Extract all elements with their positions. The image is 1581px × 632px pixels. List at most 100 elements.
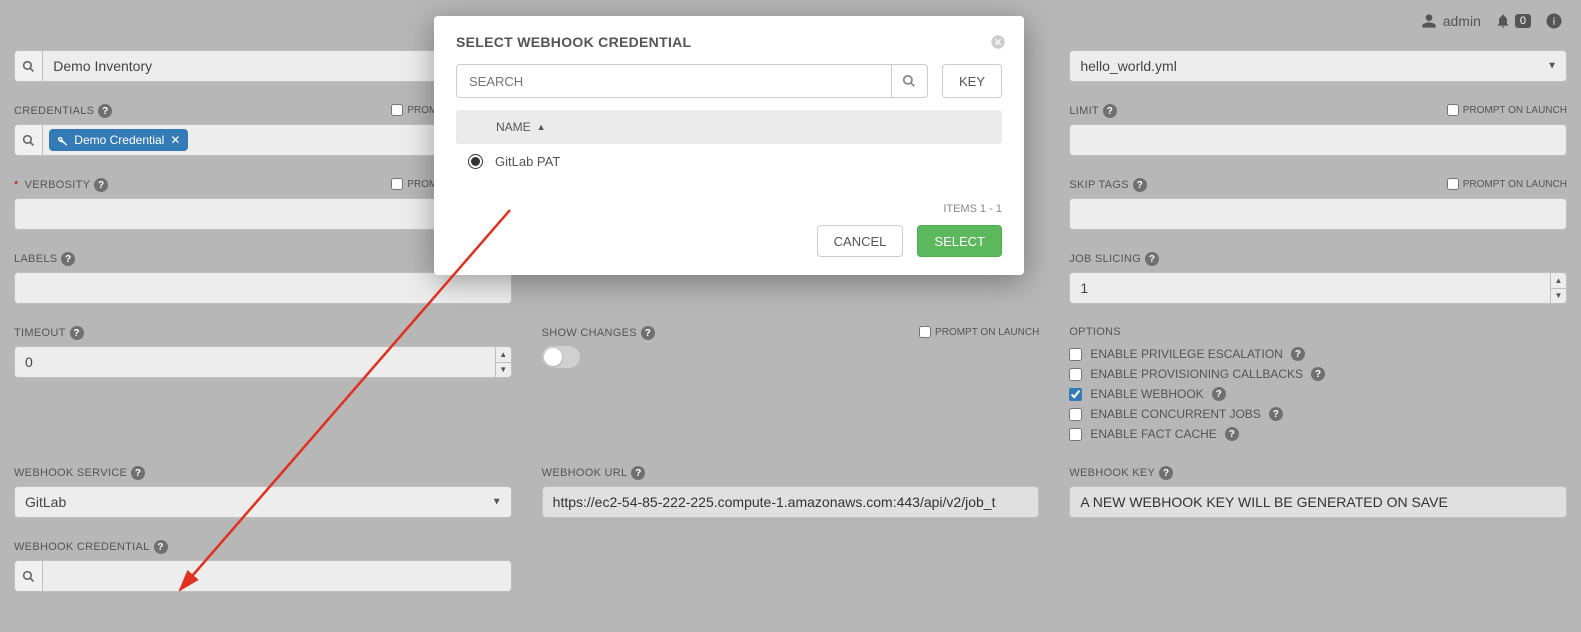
info-icon[interactable] [1545, 12, 1563, 30]
select-webhook-credential-modal: SELECT WEBHOOK CREDENTIAL KEY NAME ▲ Git… [434, 16, 1024, 275]
webhook-key-input[interactable] [1069, 486, 1567, 518]
opt-fact-cache[interactable]: ENABLE FACT CACHE? [1069, 424, 1567, 444]
chevron-down-icon: ▼ [1547, 61, 1557, 72]
webhook-credential-field: WEBHOOK CREDENTIAL ? [14, 540, 512, 592]
limit-label: LIMIT [1069, 105, 1099, 117]
options-label: OPTIONS [1069, 326, 1121, 338]
opt-label: ENABLE WEBHOOK [1090, 387, 1203, 401]
table-row[interactable]: GitLab PAT [456, 144, 1002, 179]
limit-field: LIMIT ? PROMPT ON LAUNCH [1069, 104, 1567, 156]
help-icon[interactable]: ? [94, 178, 108, 192]
showchanges-prompt-checkbox[interactable] [919, 326, 931, 338]
help-icon[interactable]: ? [1103, 104, 1117, 118]
opt-enable-webhook-checkbox[interactable] [1069, 388, 1082, 401]
playbook-select[interactable] [1069, 50, 1567, 82]
options-field: OPTIONS ENABLE PRIVILEGE ESCALATION? ENA… [1069, 326, 1567, 444]
opt-fact-cache-checkbox[interactable] [1069, 428, 1082, 441]
credentials-search-button[interactable] [14, 124, 42, 156]
spin-down-icon[interactable]: ▼ [1551, 289, 1566, 304]
skiptags-input[interactable] [1069, 198, 1567, 230]
credentials-prompt-checkbox[interactable] [391, 104, 403, 116]
row-radio[interactable] [468, 154, 483, 169]
help-icon[interactable]: ? [1225, 427, 1239, 441]
key-icon [57, 135, 68, 146]
select-button[interactable]: SELECT [917, 225, 1002, 257]
help-icon[interactable]: ? [1159, 466, 1173, 480]
skiptags-prompt[interactable]: PROMPT ON LAUNCH [1447, 178, 1567, 190]
webhook-credential-input[interactable] [42, 560, 511, 592]
credential-name: GitLab PAT [495, 154, 560, 169]
opt-priv-esc-checkbox[interactable] [1069, 348, 1082, 361]
help-icon[interactable]: ? [1212, 387, 1226, 401]
webhook-credential-label: WEBHOOK CREDENTIAL [14, 541, 150, 553]
opt-prov-callbacks-checkbox[interactable] [1069, 368, 1082, 381]
webhook-service-label: WEBHOOK SERVICE [14, 467, 127, 479]
help-icon[interactable]: ? [1269, 407, 1283, 421]
spin-up-icon[interactable]: ▲ [1551, 273, 1566, 289]
close-icon[interactable]: ✕ [170, 133, 180, 147]
webhook-url-input[interactable] [542, 486, 1040, 518]
opt-label: ENABLE PROVISIONING CALLBACKS [1090, 367, 1303, 381]
opt-priv-esc[interactable]: ENABLE PRIVILEGE ESCALATION? [1069, 344, 1567, 364]
opt-prov-callbacks[interactable]: ENABLE PROVISIONING CALLBACKS? [1069, 364, 1567, 384]
opt-concurrent-jobs-checkbox[interactable] [1069, 408, 1082, 421]
help-icon[interactable]: ? [1311, 367, 1325, 381]
spin-up-icon[interactable]: ▲ [496, 347, 511, 363]
opt-label: ENABLE CONCURRENT JOBS [1090, 407, 1260, 421]
webhook-credential-search-button[interactable] [14, 560, 42, 592]
col-name[interactable]: NAME [496, 120, 531, 134]
help-icon[interactable]: ? [61, 252, 75, 266]
credentials-label: CREDENTIALS [14, 105, 94, 117]
inventory-search-button[interactable] [14, 50, 42, 82]
search-icon [22, 60, 35, 73]
sort-asc-icon[interactable]: ▲ [537, 122, 546, 132]
close-icon[interactable] [990, 34, 1006, 50]
spin-down-icon[interactable]: ▼ [496, 363, 511, 378]
modal-table-header: NAME ▲ [456, 110, 1002, 144]
webhook-url-field: WEBHOOK URL ? [542, 466, 1040, 518]
webhook-url-label: WEBHOOK URL [542, 467, 628, 479]
credential-chip-label: Demo Credential [74, 133, 164, 147]
modal-title: SELECT WEBHOOK CREDENTIAL [456, 34, 1002, 50]
help-icon[interactable]: ? [131, 466, 145, 480]
help-icon[interactable]: ? [631, 466, 645, 480]
verbosity-prompt-checkbox[interactable] [391, 178, 403, 190]
jobslicing-input[interactable] [1069, 272, 1567, 304]
help-icon[interactable]: ? [1291, 347, 1305, 361]
verbosity-label: VERBOSITY [25, 179, 91, 191]
opt-concurrent-jobs[interactable]: ENABLE CONCURRENT JOBS? [1069, 404, 1567, 424]
jobslicing-field: JOB SLICING ? ▲▼ [1069, 252, 1567, 304]
spinner[interactable]: ▲▼ [495, 347, 511, 377]
limit-input[interactable] [1069, 124, 1567, 156]
skiptags-prompt-checkbox[interactable] [1447, 178, 1459, 190]
showchanges-prompt[interactable]: PROMPT ON LAUNCH [919, 326, 1039, 338]
timeout-label: TIMEOUT [14, 327, 66, 339]
modal-search-button[interactable] [891, 65, 927, 97]
opt-enable-webhook[interactable]: ENABLE WEBHOOK? [1069, 384, 1567, 404]
jobslicing-label: JOB SLICING [1069, 253, 1141, 265]
help-icon[interactable]: ? [70, 326, 84, 340]
search-icon [22, 570, 35, 583]
spinner[interactable]: ▲▼ [1550, 273, 1566, 303]
help-icon[interactable]: ? [98, 104, 112, 118]
cancel-button[interactable]: CANCEL [817, 225, 904, 257]
showchanges-toggle[interactable] [542, 346, 580, 368]
limit-prompt-checkbox[interactable] [1447, 104, 1459, 116]
limit-prompt[interactable]: PROMPT ON LAUNCH [1447, 104, 1567, 116]
webhook-key-label: WEBHOOK KEY [1069, 467, 1155, 479]
key-button[interactable]: KEY [942, 64, 1002, 98]
credential-chip[interactable]: Demo Credential ✕ [49, 129, 188, 151]
timeout-field: TIMEOUT ? ▲▼ [14, 326, 512, 444]
timeout-input[interactable] [14, 346, 512, 378]
help-icon[interactable]: ? [641, 326, 655, 340]
help-icon[interactable]: ? [1145, 252, 1159, 266]
labels-input[interactable] [14, 272, 512, 304]
help-icon[interactable]: ? [1133, 178, 1147, 192]
notifications[interactable]: 0 [1495, 13, 1531, 29]
help-icon[interactable]: ? [154, 540, 168, 554]
playbook-field: ▼ [1069, 50, 1567, 82]
user-menu[interactable]: admin [1421, 13, 1481, 29]
webhook-service-select[interactable] [14, 486, 512, 518]
modal-search-input[interactable] [457, 65, 891, 97]
prompt-label: PROMPT ON LAUNCH [1463, 179, 1567, 190]
